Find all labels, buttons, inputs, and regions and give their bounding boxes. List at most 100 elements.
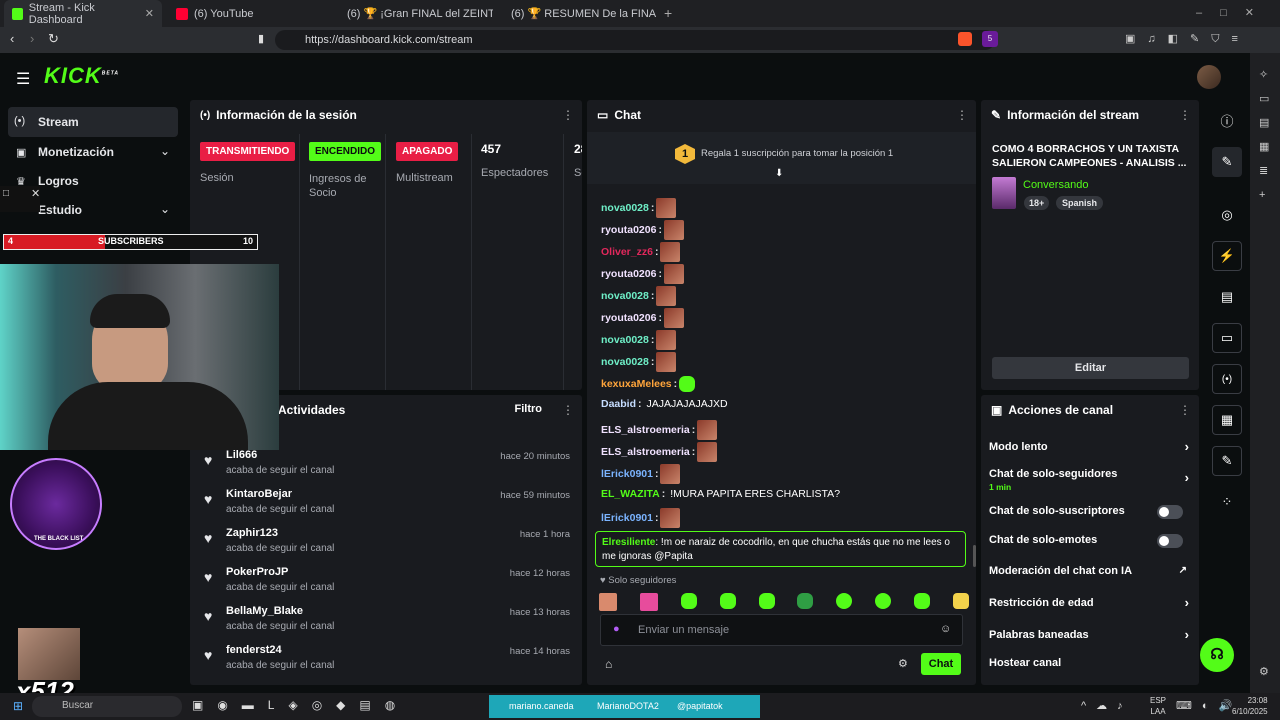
clock[interactable]: 23:08 6/10/2025 [1232, 695, 1268, 717]
layout-icon[interactable]: ▦ [1212, 405, 1242, 435]
forward-icon[interactable]: › [30, 31, 34, 46]
emote[interactable] [719, 593, 736, 609]
window-controls[interactable]: –□✕ [1196, 6, 1272, 19]
back-icon[interactable]: ‹ [10, 31, 14, 46]
sidebar-tools-icons[interactable]: ✧ ▭ ▤ ▦ ≣ + [1259, 63, 1269, 207]
notes-icon[interactable]: ▤ [1212, 282, 1242, 312]
tray-icons[interactable]: ^☁♪ [1081, 699, 1133, 712]
emote[interactable] [836, 593, 853, 609]
chat-icon[interactable]: ▭ [1212, 323, 1242, 353]
new-tab-icon[interactable]: + [664, 5, 672, 21]
browser-tab[interactable]: (6) 🏆 RESUMEN De la FINAL DEL ZE [497, 0, 657, 27]
more-icon[interactable]: ⋮ [562, 108, 574, 122]
heart-icon: ♥ [204, 569, 213, 585]
sidebar-item-monetization[interactable]: ▣ Monetización ⌄ [8, 141, 178, 167]
social-banner: mariano.caneda MarianoDOTA2 @papitatok [489, 695, 760, 718]
menu-icon[interactable]: ☰ [16, 69, 30, 89]
windows-start-icon[interactable]: ⊞ [13, 699, 23, 713]
category-link[interactable]: Conversando [1023, 179, 1088, 191]
emote[interactable] [599, 593, 617, 611]
broadcast-icon[interactable]: (•) [1212, 364, 1242, 394]
chat-message: nova0028: [601, 330, 677, 350]
reaction-cam [18, 628, 80, 680]
toggle-subscribers-only[interactable] [1157, 505, 1183, 519]
emoji-picker-icon[interactable]: ☺ [940, 623, 951, 635]
close-tab-icon[interactable]: ✕ [145, 7, 154, 20]
message-input[interactable]: ● Enviar un mensaje ☺ [600, 614, 963, 646]
language-indicator[interactable]: ESP LAA [1150, 695, 1166, 717]
support-button[interactable]: ☊ [1200, 638, 1234, 672]
emote [656, 330, 677, 350]
chat-message: nova0028: [601, 352, 677, 372]
sidebar-item-stream[interactable]: (•) Stream [8, 107, 178, 137]
heart-icon: ♥ [204, 530, 213, 546]
pinned-banner[interactable]: 1 Regala 1 suscripción para tomar la pos… [587, 132, 976, 184]
apps-icon[interactable]: ⁘ [1212, 487, 1242, 517]
more-icon[interactable]: ⋮ [1179, 403, 1191, 417]
toggle-emotes-only[interactable] [1157, 534, 1183, 548]
category-thumbnail[interactable] [992, 177, 1016, 209]
emote[interactable] [952, 593, 969, 609]
gear-icon[interactable]: ⚙ [898, 657, 908, 670]
action-banned-words[interactable]: Palabras baneadas › [989, 627, 1191, 647]
action-ai-moderation[interactable]: Moderación del chat con IA ↗ [989, 565, 1191, 583]
camera-icon[interactable]: ◎ [1212, 200, 1242, 230]
browser-tab[interactable]: (6) YouTube [168, 0, 328, 27]
emote[interactable] [639, 593, 658, 611]
store-icon[interactable]: ⌂ [605, 657, 612, 671]
edit-stream-button[interactable]: Editar [992, 357, 1189, 379]
browser-tab[interactable]: (6) 🏆 ¡Gran FINAL del ZEINTERN [333, 0, 493, 27]
chat-message: ELS_alstroemeria: [601, 420, 718, 440]
emote [660, 464, 681, 484]
taskbar-apps[interactable]: ▣◉▬L◈◎◆▤◍ [192, 698, 409, 712]
brave-shields-icon[interactable] [958, 32, 972, 46]
filter-button[interactable]: Filtro [515, 403, 543, 415]
reload-icon[interactable]: ↻ [48, 31, 59, 47]
chevron-down-icon: ⌄ [160, 144, 171, 158]
browser-tab[interactable]: Stream - Kick Dashboard ✕ [4, 0, 162, 27]
send-chat-button[interactable]: Chat [921, 653, 961, 675]
restore-icon[interactable]: □ [3, 188, 9, 199]
taskbar-search[interactable]: Buscar [32, 696, 182, 717]
emote [660, 242, 681, 262]
brave-rewards-icon[interactable]: 5 [982, 31, 998, 47]
action-age-restriction[interactable]: Restricción de edad › [989, 595, 1191, 615]
kick-logo[interactable]: KICKBETA [44, 63, 119, 89]
lightning-icon[interactable]: ⚡ [1212, 241, 1242, 271]
emote [663, 308, 684, 328]
action-emotes-only: Chat de solo-emotes [989, 534, 1191, 552]
emote[interactable] [797, 593, 814, 609]
bookmark-icon[interactable]: ▮ [258, 32, 264, 45]
microphone-icon[interactable]: ● [613, 623, 620, 635]
wrench-icon[interactable]: ✎ [1212, 446, 1242, 476]
emote [679, 376, 696, 392]
emote[interactable] [680, 593, 697, 609]
stat-partner-income: ENCENDIDO Ingresos de Socio [300, 134, 386, 390]
browser-toolbar-icons[interactable]: ▣♫◧✎⛉≡ [1125, 32, 1250, 46]
tag-chip[interactable]: Spanish [1056, 196, 1104, 210]
chat-message: ryouta0206: [601, 308, 684, 328]
chat-scrollbar[interactable] [973, 545, 976, 567]
more-icon[interactable]: ⋮ [1179, 108, 1191, 122]
emote[interactable] [875, 593, 892, 609]
avatar[interactable] [1197, 65, 1221, 89]
edit-icon[interactable]: ✎ [1212, 147, 1242, 177]
sub-goal-fill [4, 235, 106, 249]
more-icon[interactable]: ⋮ [562, 403, 574, 417]
action-host-channel[interactable]: Hostear canal [989, 657, 1191, 675]
more-icon[interactable]: ⋮ [956, 108, 968, 122]
gear-icon[interactable]: ⚙ [1259, 665, 1269, 678]
tag-chip[interactable]: 18+ [1024, 196, 1050, 210]
chat-message: lErick0901: [601, 508, 681, 528]
emote[interactable] [758, 593, 775, 609]
action-followers-only[interactable]: Chat de solo-seguidores 1 min › [989, 468, 1191, 494]
emote [663, 264, 684, 284]
panel-header: ▣ Acciones de canal [991, 403, 1114, 417]
url-field[interactable]: https://dashboard.kick.com/stream [275, 30, 995, 50]
info-icon[interactable]: ⓘ [1212, 105, 1242, 135]
action-slow-mode[interactable]: Modo lento › [989, 439, 1191, 459]
emote[interactable] [914, 593, 930, 609]
expand-icon[interactable]: ⬇ [775, 168, 783, 179]
close-icon[interactable]: ✕ [31, 187, 40, 200]
highlighted-message: Elresiliente: !m oe naraiz de cocodrilo,… [595, 531, 966, 567]
